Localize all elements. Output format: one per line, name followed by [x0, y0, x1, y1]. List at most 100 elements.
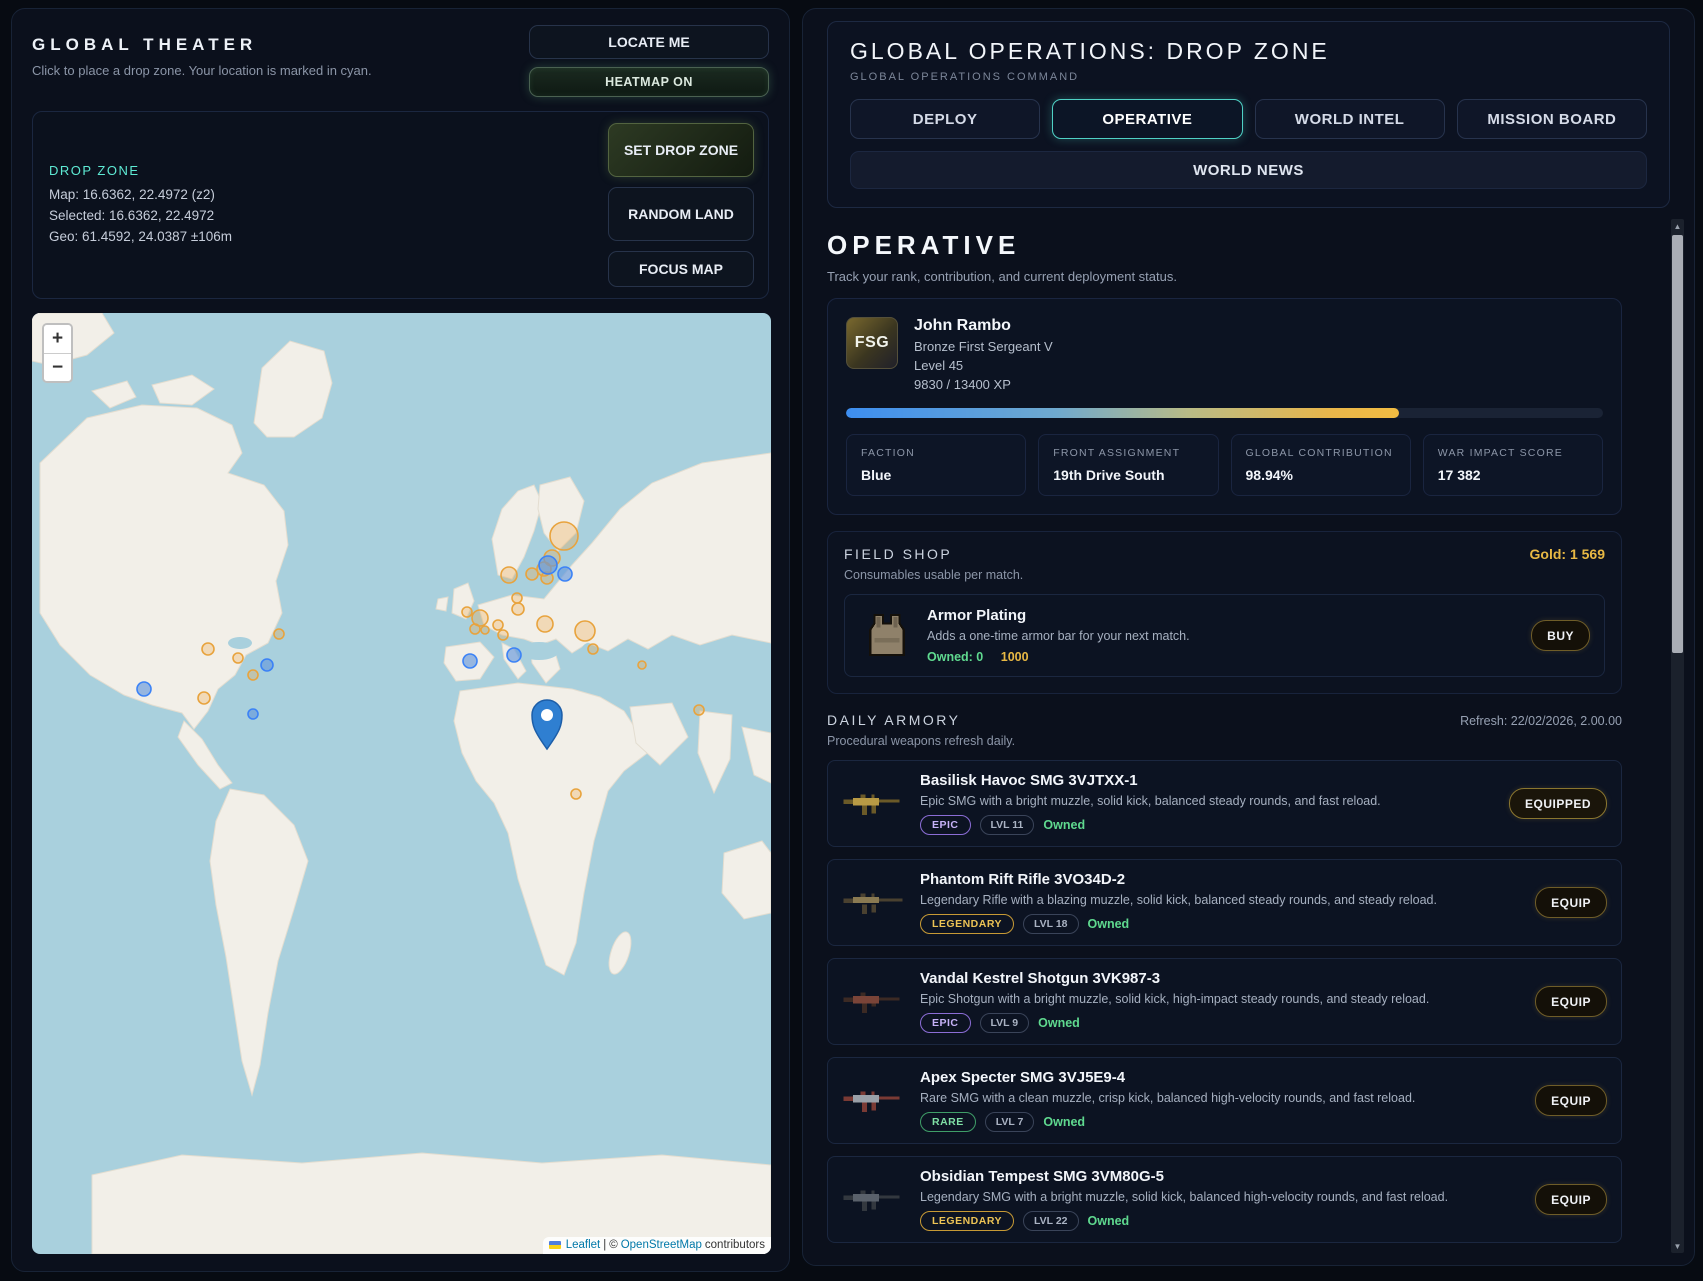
drop-zone-geo-coords: Geo: 61.4592, 24.0387 ±106m [49, 229, 233, 244]
heatmap-marker[interactable] [637, 660, 647, 670]
stat-value: 17 382 [1437, 467, 1481, 483]
operations-header-box: GLOBAL OPERATIONS: DROP ZONE GLOBAL OPER… [827, 21, 1670, 208]
weapon-description: Legendary SMG with a bright muzzle, soli… [920, 1190, 1449, 1204]
weapon-card: Vandal Kestrel Shotgun 3VK987-3 Epic Sho… [827, 958, 1622, 1045]
equip-button[interactable]: EQUIP [1535, 887, 1607, 918]
scrollbar-thumb[interactable] [1672, 235, 1683, 653]
gold-balance: Gold: 1 569 [1529, 546, 1605, 562]
map-zoom-in-button[interactable]: + [44, 325, 71, 353]
scroll-up-arrow[interactable]: ▲ [1671, 219, 1684, 233]
daily-armory-heading: DAILY ARMORY [827, 712, 961, 728]
weapon-icon [843, 1091, 900, 1112]
stat-card-global-contribution: GLOBAL CONTRIBUTION 98.94% [1230, 434, 1411, 496]
friendly-marker[interactable] [506, 647, 522, 663]
level-badge: LVL 18 [1023, 914, 1079, 934]
tab-operative[interactable]: OPERATIVE [1052, 99, 1243, 139]
heatmap-marker[interactable] [469, 623, 481, 635]
field-shop-section: FIELD SHOP Gold: 1 569 Consumables usabl… [827, 531, 1622, 694]
heatmap-marker[interactable] [574, 620, 596, 642]
scroll-down-arrow[interactable]: ▼ [1671, 1239, 1684, 1253]
rarity-badge: EPIC [920, 815, 971, 835]
equip-button[interactable]: EQUIP [1535, 1184, 1607, 1215]
tab-mission-board[interactable]: MISSION BOARD [1456, 99, 1647, 139]
heatmap-marker[interactable] [500, 566, 518, 584]
heatmap-marker[interactable] [232, 652, 244, 664]
rarity-badge: LEGENDARY [920, 1211, 1015, 1231]
heatmap-marker[interactable] [570, 788, 582, 800]
friendly-marker[interactable] [557, 566, 573, 582]
operative-level: Level 45 [914, 358, 964, 373]
heatmap-marker[interactable] [480, 625, 490, 635]
operative-description: Track your rank, contribution, and curre… [827, 269, 1177, 284]
rarity-badge: LEGENDARY [920, 914, 1015, 934]
heatmap-marker[interactable] [497, 629, 509, 641]
heatmap-marker[interactable] [273, 628, 285, 640]
operations-subtitle: GLOBAL OPERATIONS COMMAND [850, 71, 1080, 83]
owned-flag: Owned [1038, 1016, 1080, 1030]
heatmap-marker[interactable] [525, 567, 539, 581]
weapon-card: Basilisk Havoc SMG 3VJTXX-1 Epic SMG wit… [827, 760, 1622, 847]
friendly-marker[interactable] [538, 555, 558, 575]
tab-world-intel[interactable]: WORLD INTEL [1254, 99, 1445, 139]
weapon-icon [843, 893, 903, 914]
heatmap-marker[interactable] [693, 704, 705, 716]
attribution-separator: | [603, 1239, 607, 1251]
owned-flag: Owned [1043, 818, 1086, 832]
shop-item-description: Adds a one-time armor bar for your next … [927, 629, 1190, 643]
heatmap-marker[interactable] [587, 643, 599, 655]
attribution-copyright: © [609, 1239, 618, 1251]
tab-world-news[interactable]: WORLD NEWS [850, 151, 1647, 189]
heatmap-marker[interactable] [201, 642, 215, 656]
weapon-card: Obsidian Tempest SMG 3VM80G-5 Legendary … [827, 1156, 1622, 1243]
attribution-suffix: contributors [704, 1239, 765, 1251]
heatmap-marker[interactable] [549, 521, 579, 551]
set-drop-zone-button[interactable]: SET DROP ZONE [608, 123, 754, 177]
stat-value: Blue [861, 467, 892, 483]
tab-deploy[interactable]: DEPLOY [850, 99, 1041, 139]
heatmap-toggle-button[interactable]: HEATMAP ON [529, 67, 769, 97]
buy-button[interactable]: BUY [1531, 620, 1590, 651]
operative-heading: OPERATIVE [827, 230, 1021, 260]
friendly-marker[interactable] [462, 653, 478, 669]
focus-map-button[interactable]: FOCUS MAP [608, 251, 754, 287]
shop-item-name: Armor Plating [927, 607, 1027, 624]
heatmap-marker[interactable] [247, 669, 259, 681]
map-zoom-out-button[interactable]: − [44, 353, 71, 381]
locate-me-button[interactable]: LOCATE ME [529, 25, 769, 59]
openstreetmap-link[interactable]: OpenStreetMap [621, 1239, 702, 1251]
stat-card-faction: FACTION Blue [846, 434, 1027, 496]
world-map[interactable]: + − Leaflet | © OpenStreetMap contributo… [32, 313, 771, 1254]
drop-zone-map-coords: Map: 16.6362, 22.4972 (z2) [49, 187, 215, 202]
random-land-button[interactable]: RANDOM LAND [608, 187, 754, 241]
equipped-button[interactable]: EQUIPPED [1508, 788, 1607, 819]
operative-xp: 9830 / 13400 XP [914, 377, 1011, 392]
operations-title: GLOBAL OPERATIONS: DROP ZONE [850, 38, 1330, 64]
heatmap-marker[interactable] [511, 592, 523, 604]
weapon-name: Basilisk Havoc SMG 3VJTXX-1 [920, 772, 1138, 789]
friendly-marker[interactable] [260, 658, 274, 672]
shop-item-price: 1000 [1000, 650, 1029, 664]
heatmap-marker[interactable] [536, 615, 554, 633]
drop-zone-info-box: DROP ZONE Map: 16.6362, 22.4972 (z2) Sel… [32, 111, 769, 299]
heatmap-marker[interactable] [461, 606, 473, 618]
stat-value: 98.94% [1245, 467, 1293, 483]
daily-armory-refresh: Refresh: 22/02/2026, 2.00.00 [1460, 714, 1622, 728]
weapon-icon [843, 992, 900, 1013]
heatmap-marker[interactable] [511, 602, 525, 616]
app-root: GLOBAL THEATER Click to place a drop zon… [0, 0, 1703, 1281]
leaflet-link[interactable]: Leaflet [566, 1239, 601, 1251]
heatmap-marker[interactable] [492, 619, 504, 631]
vertical-scrollbar[interactable]: ▲ ▼ [1671, 219, 1684, 1253]
equip-button[interactable]: EQUIP [1535, 1085, 1607, 1116]
operative-scroll-region: OPERATIVE Track your rank, contribution,… [827, 224, 1670, 1256]
friendly-marker[interactable] [247, 708, 259, 720]
stat-value: 19th Drive South [1053, 467, 1165, 483]
rarity-badge: EPIC [920, 1013, 971, 1033]
drop-zone-selected-coords: Selected: 16.6362, 22.4972 [49, 208, 215, 223]
friendly-marker[interactable] [136, 681, 152, 697]
heatmap-marker[interactable] [197, 691, 211, 705]
owned-flag: Owned [1043, 1115, 1086, 1129]
level-badge: LVL 7 [984, 1112, 1035, 1132]
weapon-name: Apex Specter SMG 3VJ5E9-4 [920, 1069, 1126, 1086]
equip-button[interactable]: EQUIP [1535, 986, 1607, 1017]
